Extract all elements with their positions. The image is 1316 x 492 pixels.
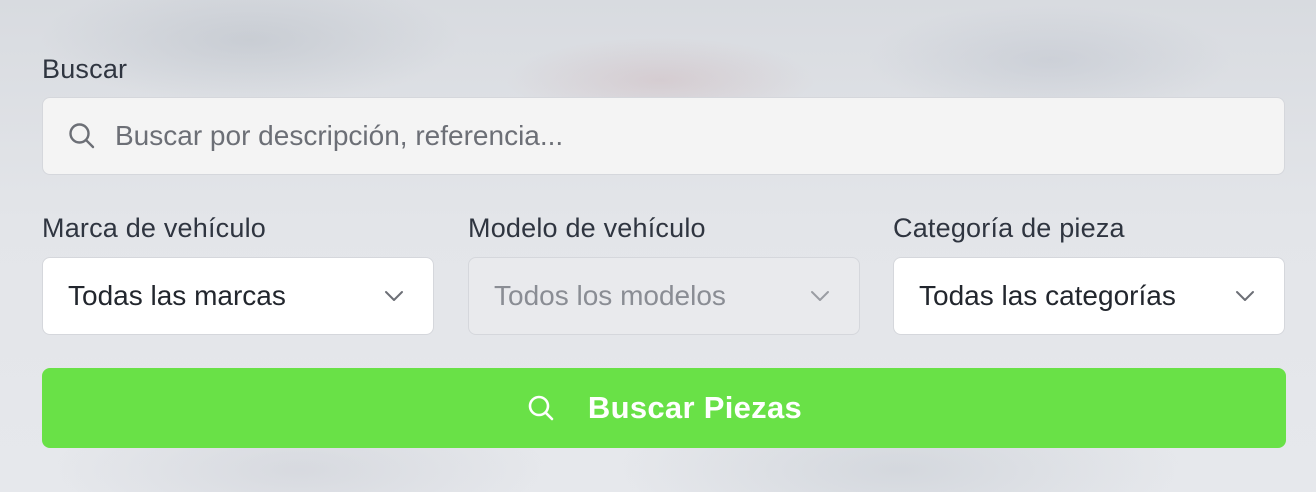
search-icon — [526, 392, 558, 424]
chevron-down-icon — [809, 285, 831, 307]
category-select-value: Todas las categorías — [919, 280, 1176, 311]
search-field[interactable] — [42, 97, 1285, 175]
model-label: Modelo de vehículo — [468, 213, 706, 243]
search-input[interactable] — [115, 120, 1215, 152]
search-label: Buscar — [42, 54, 128, 84]
model-select-value: Todos los modelos — [494, 280, 726, 311]
chevron-down-icon — [1234, 285, 1256, 307]
chevron-down-icon — [383, 285, 405, 307]
brand-label: Marca de vehículo — [42, 213, 267, 243]
search-icon — [67, 120, 99, 152]
search-parts-button[interactable]: Buscar Piezas — [42, 368, 1286, 448]
brand-select-value: Todas las marcas — [68, 280, 286, 311]
search-panel: Buscar Marca de vehículo Modelo de vehíc… — [0, 0, 1316, 492]
model-select[interactable]: Todos los modelos — [468, 257, 860, 335]
category-label: Categoría de pieza — [893, 213, 1125, 243]
search-parts-button-label: Buscar Piezas — [587, 390, 803, 425]
brand-select[interactable]: Todas las marcas — [42, 257, 434, 335]
category-select[interactable]: Todas las categorías — [893, 257, 1285, 335]
